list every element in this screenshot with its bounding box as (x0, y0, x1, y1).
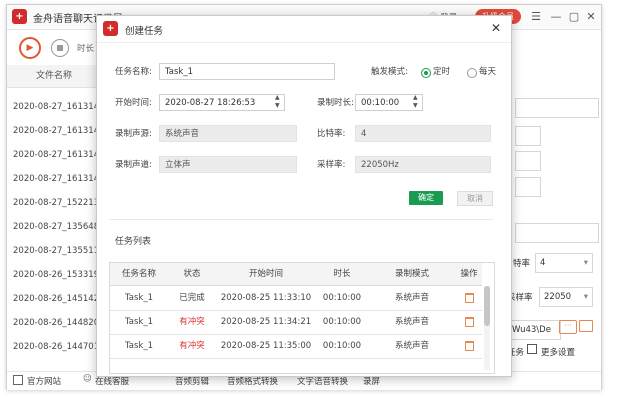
duration-label: 时长 (77, 44, 95, 54)
more-dots-icon[interactable]: ··· (559, 320, 577, 334)
bitrate-field: 4 (355, 125, 491, 142)
task-table: 任务名称 状态 开始时间 时长 录制模式 操作 Task_1 已完成 2020-08… (109, 262, 495, 374)
delete-trash-icon[interactable] (465, 317, 474, 327)
samplerate-label: 采样率: (317, 160, 346, 170)
folder-icon[interactable] (579, 320, 593, 332)
task-name-label: 任务名称: (115, 67, 152, 77)
bottom-link-website[interactable]: 官方网站 (27, 375, 61, 387)
close-icon[interactable]: ✕ (584, 10, 598, 24)
col-status: 状态 (183, 269, 201, 279)
bitrate-label: 比特率: (317, 129, 346, 139)
more-settings-link[interactable]: 更多设置 (541, 346, 575, 358)
list-icon (527, 344, 537, 354)
cell-start-time: 2020-08-25 11:33:10 (220, 293, 312, 303)
file-list-item[interactable]: 2020-08-26_144701.f (13, 335, 101, 359)
file-list-item[interactable]: 2020-08-27_161314_f (13, 119, 101, 143)
table-scrollbar[interactable] (484, 286, 490, 370)
channel-label: 录制声道: (115, 160, 152, 170)
start-time-label: 开始时间: (115, 98, 152, 108)
file-list-item[interactable]: 2020-08-26_144820.f (13, 311, 101, 335)
radio-daily[interactable] (467, 68, 477, 78)
right-field-4[interactable] (515, 177, 541, 197)
start-time-input[interactable]: 2020-08-27 18:26:53 (159, 94, 285, 111)
file-list-item[interactable]: 2020-08-27_161314.mp3 (13, 95, 101, 119)
row-divider (110, 358, 482, 359)
delete-trash-icon[interactable] (465, 341, 474, 351)
menu-icon[interactable]: ☰ (529, 10, 543, 24)
duration-spinner[interactable]: ▲ ▼ (413, 94, 418, 110)
samplerate-select[interactable]: 22050 ▾ (539, 287, 593, 307)
dialog-logo: + (103, 21, 118, 36)
file-column-header: 文件名称 (7, 65, 101, 88)
cell-start-time: 2020-08-25 11:34:21 (220, 317, 312, 327)
col-duration: 时长 (333, 269, 351, 279)
file-list-item[interactable]: 2020-08-27_135511.f (13, 239, 101, 263)
divider (109, 219, 493, 220)
cell-start-time: 2020-08-25 11:35:00 (220, 341, 312, 351)
record-play-button[interactable]: ▶ (19, 37, 41, 59)
radio-scheduled[interactable] (421, 68, 431, 78)
home-icon (13, 375, 23, 385)
bitrate-select[interactable]: 4 ▾ (535, 253, 593, 273)
stop-button[interactable] (51, 39, 69, 57)
dialog-title-bar: + 创建任务 ✕ (97, 16, 511, 43)
cell-record-mode: 系统声音 (394, 293, 429, 303)
chevron-down-icon: ▾ (583, 258, 588, 268)
col-record-mode: 录制模式 (394, 269, 429, 279)
col-start-time: 开始时间 (248, 269, 283, 279)
trigger-mode-label: 触发模式: (371, 67, 408, 77)
cell-status: 有冲突 (179, 317, 205, 327)
file-list-item[interactable]: 2020-08-27_161314_f (13, 167, 101, 191)
cancel-button[interactable]: 取消 (457, 191, 493, 206)
save-path-field[interactable]: Wu43\De (507, 320, 561, 340)
bitrate-label-bg: 特率 (513, 259, 531, 269)
cell-task-name: Task_1 (124, 293, 153, 303)
dialog-close-icon[interactable]: ✕ (491, 21, 501, 35)
cell-status: 有冲突 (179, 341, 205, 351)
channel-field: 立体声 (159, 156, 297, 173)
file-list-item[interactable]: 2020-08-27_135648.f (13, 215, 101, 239)
file-list-item[interactable]: 2020-08-27_161314_f (13, 143, 101, 167)
cell-record-mode: 系统声音 (394, 317, 429, 327)
source-label: 录制声源: (115, 129, 152, 139)
delete-trash-icon[interactable] (465, 293, 474, 303)
save-path-value: Wu43\De (512, 325, 551, 335)
cell-record-mode: 系统声音 (394, 341, 429, 351)
right-select-1[interactable] (515, 223, 599, 243)
scroll-thumb[interactable] (484, 286, 490, 326)
right-field-1[interactable] (515, 98, 599, 118)
file-list-item[interactable]: 2020-08-26_145142.f (13, 287, 101, 311)
right-field-3[interactable] (515, 151, 541, 171)
source-field: 系统声音 (159, 125, 297, 142)
start-time-spinner[interactable]: ▲ ▼ (275, 94, 280, 110)
confirm-button[interactable]: 确定 (409, 191, 443, 205)
col-task-name: 任务名称 (121, 269, 156, 279)
cell-status: 已完成 (179, 293, 205, 303)
radio-scheduled-label: 定时 (433, 67, 451, 77)
cell-task-name: Task_1 (124, 317, 153, 327)
person-icon: ☺ (83, 374, 92, 384)
create-task-dialog: + 创建任务 ✕ 任务名称: Task_1 触发模式: 定时 每天 开始时间: … (96, 15, 512, 377)
radio-daily-label: 每天 (479, 67, 497, 77)
duration-label: 录制时长: (317, 98, 354, 108)
minimize-icon[interactable]: — (549, 10, 563, 24)
task-list-title: 任务列表 (115, 237, 152, 247)
samplerate-value: 22050 (544, 292, 572, 302)
bitrate-value: 4 (540, 258, 546, 268)
cell-duration: 00:10:00 (322, 341, 362, 351)
dialog-title: 创建任务 (125, 26, 164, 37)
cell-task-name: Task_1 (124, 341, 153, 351)
task-name-input[interactable]: Task_1 (159, 63, 335, 80)
samplerate-field: 22050Hz (355, 156, 491, 173)
file-list-item[interactable]: 2020-08-26_153319.f (13, 263, 101, 287)
right-field-2[interactable] (515, 126, 541, 146)
app-logo: + (12, 9, 27, 24)
maximize-icon[interactable]: ▢ (567, 10, 581, 24)
col-action: 操作 (460, 269, 478, 279)
chevron-down-icon: ▾ (583, 292, 588, 302)
cell-duration: 00:10:00 (322, 293, 362, 303)
file-list-item[interactable]: 2020-08-27_152213.f (13, 191, 101, 215)
cell-duration: 00:10:00 (322, 317, 362, 327)
